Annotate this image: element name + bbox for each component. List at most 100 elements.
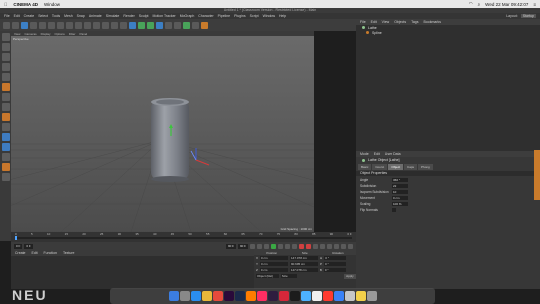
axis-mode-icon[interactable] (1, 103, 10, 111)
app-menu[interactable]: CINEMA 4D (13, 2, 38, 7)
start-frame-field[interactable]: 0 F (14, 243, 23, 249)
autokey-icon[interactable] (306, 243, 311, 249)
live-select-icon[interactable] (21, 21, 28, 29)
list-icon[interactable]: ≡ (533, 2, 536, 7)
folder-icon[interactable] (355, 291, 366, 301)
workplane-icon[interactable] (1, 63, 10, 71)
menu-item[interactable]: MoGraph (180, 14, 195, 18)
position-field[interactable]: 0 cm (260, 262, 289, 266)
lock-workplane-icon[interactable] (1, 133, 10, 141)
camera-icon[interactable] (192, 21, 199, 29)
window-menu[interactable]: Window (44, 2, 60, 7)
menu-item[interactable]: Edit (14, 14, 20, 18)
menu-item[interactable]: Sculpt (139, 14, 149, 18)
grid-icon[interactable] (1, 173, 10, 181)
menu-item[interactable]: Mesh (64, 14, 73, 18)
undo-icon[interactable] (3, 21, 10, 29)
menu-item[interactable]: Plugins (234, 14, 245, 18)
max-frame-field[interactable]: 90 F (237, 243, 248, 249)
mat-menu-item[interactable]: Create (15, 251, 26, 255)
position-key-icon[interactable] (320, 243, 325, 249)
planar-workplane-icon[interactable] (1, 143, 10, 151)
rotation-field[interactable]: 0 ° (324, 262, 347, 266)
prop-field[interactable]: 0 cm (392, 195, 408, 200)
z-axis-icon[interactable] (84, 21, 91, 29)
rotation-field[interactable]: 0 ° (323, 268, 346, 272)
attributes-side-tab[interactable] (534, 150, 540, 200)
illustrator-icon[interactable] (245, 291, 256, 301)
mat-menu-item[interactable]: Edit (32, 251, 38, 255)
model-mode-icon[interactable] (1, 43, 10, 51)
rotation-field[interactable]: 0 ° (324, 256, 347, 260)
play-icon[interactable] (271, 243, 276, 249)
trash-icon[interactable] (366, 291, 377, 301)
scene-icon[interactable] (165, 21, 172, 29)
finder-icon[interactable] (168, 291, 179, 301)
3d-viewport[interactable]: Perspective Grid Spacing : 1000 cm (11, 36, 314, 232)
next-key-icon[interactable] (285, 243, 290, 249)
y-axis-icon[interactable] (75, 21, 82, 29)
nurbs-icon[interactable] (147, 21, 154, 29)
launchpad-icon[interactable] (179, 291, 190, 301)
prop-field[interactable]: 360 ° (392, 177, 408, 182)
appstore-icon[interactable] (333, 291, 344, 301)
menu-item[interactable]: Tools (52, 14, 60, 18)
recent-tool-icon[interactable] (57, 21, 64, 29)
light-icon[interactable] (201, 21, 208, 29)
viewport-label[interactable]: Perspective (13, 37, 29, 41)
timeline-icon[interactable] (348, 243, 353, 249)
timeline[interactable]: 0 5 10 15 20 25 30 35 40 45 50 55 60 65 … (11, 232, 356, 242)
array-icon[interactable] (156, 21, 163, 29)
om-menu-item[interactable]: Tags (411, 20, 418, 24)
scale-key-icon[interactable] (327, 243, 332, 249)
attr-menu-item[interactable]: Edit (374, 152, 380, 156)
size-mode-select[interactable]: Size (280, 274, 297, 278)
bridge-icon[interactable] (267, 291, 278, 301)
edges-mode-icon[interactable] (1, 83, 10, 91)
move-icon[interactable] (30, 21, 37, 29)
menu-item[interactable]: Script (250, 14, 259, 18)
floor-icon[interactable] (183, 21, 190, 29)
om-menu-item[interactable]: Edit (371, 20, 377, 24)
playhead[interactable] (15, 236, 17, 240)
menu-item[interactable]: Snap (77, 14, 85, 18)
menu-item[interactable]: Motion Tracker (153, 14, 176, 18)
om-menu-item[interactable]: View (382, 20, 390, 24)
rotate-icon[interactable] (48, 21, 55, 29)
safari-icon[interactable] (190, 291, 201, 301)
viewport-menu-item[interactable]: Cameras (24, 32, 36, 36)
keyframe-selection-icon[interactable] (313, 243, 318, 249)
make-editable-icon[interactable] (1, 33, 10, 41)
record-icon[interactable] (299, 243, 304, 249)
tab-object[interactable]: Object (388, 164, 404, 170)
mat-menu-item[interactable]: Function (44, 251, 57, 255)
tab-phong[interactable]: Phong (418, 164, 433, 170)
viewport-menu-item[interactable]: Filter (69, 32, 76, 36)
object-name[interactable]: Spline (372, 31, 382, 35)
next-frame-icon[interactable] (278, 243, 283, 249)
tweak-mode-icon[interactable] (1, 113, 10, 121)
polygons-mode-icon[interactable] (1, 93, 10, 101)
menu-item[interactable]: Create (24, 14, 35, 18)
menu-item[interactable]: File (4, 14, 10, 18)
object-name[interactable]: Lathe (368, 26, 377, 30)
menu-item[interactable]: Pipeline (218, 14, 230, 18)
acrobat-icon[interactable] (278, 291, 289, 301)
menu-item[interactable]: Select (38, 14, 48, 18)
chrome-icon[interactable] (201, 291, 212, 301)
menu-item[interactable]: Help (279, 14, 286, 18)
apple-icon[interactable]:  (4, 2, 7, 7)
photos-icon[interactable] (212, 291, 223, 301)
timeline-track[interactable] (15, 237, 352, 239)
mail-icon[interactable] (300, 291, 311, 301)
rotation-key-icon[interactable] (334, 243, 339, 249)
attr-menu-item[interactable]: Mode (360, 152, 369, 156)
menu-item[interactable]: Simulate (106, 14, 120, 18)
points-mode-icon[interactable] (1, 73, 10, 81)
wifi-icon[interactable]: ◠ (469, 1, 473, 7)
position-field[interactable]: 0 cm (259, 268, 288, 272)
om-menu-item[interactable]: Objects (394, 20, 406, 24)
sculpt-icon[interactable] (1, 163, 10, 171)
prev-key-icon[interactable] (257, 243, 262, 249)
prop-field[interactable]: 10 (392, 189, 408, 194)
